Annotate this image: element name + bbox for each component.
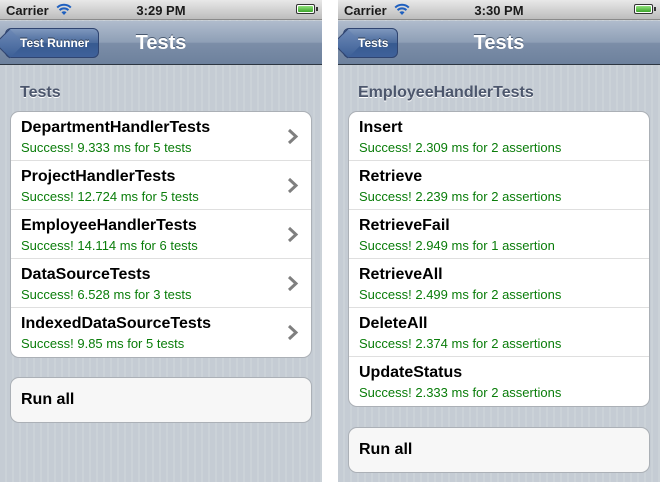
test-detail-screen: Carrier 3:30 PM Tests Tests EmployeeHand… xyxy=(338,0,660,482)
page-title: Tests xyxy=(473,32,525,54)
row-result: Success! 6.528 ms for 3 tests xyxy=(21,287,192,302)
run-all-label: Run all xyxy=(359,441,413,458)
chevron-right-icon xyxy=(287,177,299,194)
chevron-right-icon xyxy=(287,275,299,292)
list-item-delete-all[interactable]: DeleteAll Success! 2.374 ms for 2 assert… xyxy=(349,308,649,357)
row-result: Success! 9.85 ms for 5 tests xyxy=(21,336,185,351)
row-title: RetrieveFail xyxy=(359,217,450,234)
row-title: IndexedDataSourceTests xyxy=(21,315,211,332)
row-title: DeleteAll xyxy=(359,315,428,332)
test-case-list: Insert Success! 2.309 ms for 2 assertion… xyxy=(348,111,650,407)
run-all-button[interactable]: Run all xyxy=(10,377,312,423)
list-item-project-handler-tests[interactable]: ProjectHandlerTests Success! 12.724 ms f… xyxy=(11,161,311,210)
test-list-screen: Carrier 3:29 PM Test Runner Tests Tests … xyxy=(0,0,322,482)
list-item-department-handler-tests[interactable]: DepartmentHandlerTests Success! 9.333 ms… xyxy=(11,112,311,161)
list-item-indexed-data-source-tests[interactable]: IndexedDataSourceTests Success! 9.85 ms … xyxy=(11,308,311,357)
row-result: Success! 2.333 ms for 2 assertions xyxy=(359,385,562,400)
status-time: 3:30 PM xyxy=(474,3,524,18)
status-time: 3:29 PM xyxy=(136,3,186,18)
navigation-bar: Tests Tests xyxy=(338,21,660,65)
row-title: UpdateStatus xyxy=(359,364,463,381)
list-item-update-status[interactable]: UpdateStatus Success! 2.333 ms for 2 ass… xyxy=(349,357,649,406)
status-bar: Carrier 3:30 PM xyxy=(338,0,660,20)
list-item-employee-handler-tests[interactable]: EmployeeHandlerTests Success! 14.114 ms … xyxy=(11,210,311,259)
row-result: Success! 14.114 ms for 6 tests xyxy=(21,238,198,253)
row-result: Success! 2.949 ms for 1 assertion xyxy=(359,238,555,253)
chevron-right-icon xyxy=(287,324,299,341)
run-all-button[interactable]: Run all xyxy=(348,427,650,473)
section-header: EmployeeHandlerTests xyxy=(358,84,534,101)
navigation-bar: Test Runner Tests xyxy=(0,21,322,65)
section-header: Tests xyxy=(20,84,61,101)
status-bar: Carrier 3:29 PM xyxy=(0,0,322,20)
row-title: RetrieveAll xyxy=(359,266,443,283)
row-result: Success! 9.333 ms for 5 tests xyxy=(21,140,192,155)
row-title: ProjectHandlerTests xyxy=(21,168,176,185)
list-item-insert[interactable]: Insert Success! 2.309 ms for 2 assertion… xyxy=(349,112,649,161)
row-result: Success! 12.724 ms for 5 tests xyxy=(21,189,199,204)
battery-icon xyxy=(634,4,656,14)
chevron-right-icon xyxy=(287,226,299,243)
page-title: Tests xyxy=(135,32,187,54)
list-item-retrieve-all[interactable]: RetrieveAll Success! 2.499 ms for 2 asse… xyxy=(349,259,649,308)
row-title: DataSourceTests xyxy=(21,266,151,283)
row-title: EmployeeHandlerTests xyxy=(21,217,197,234)
row-title: Insert xyxy=(359,119,403,136)
list-item-retrieve-fail[interactable]: RetrieveFail Success! 2.949 ms for 1 ass… xyxy=(349,210,649,259)
row-title: DepartmentHandlerTests xyxy=(21,119,211,136)
list-item-retrieve[interactable]: Retrieve Success! 2.239 ms for 2 asserti… xyxy=(349,161,649,210)
list-item-data-source-tests[interactable]: DataSourceTests Success! 6.528 ms for 3 … xyxy=(11,259,311,308)
row-result: Success! 2.374 ms for 2 assertions xyxy=(359,336,562,351)
chevron-right-icon xyxy=(287,128,299,145)
run-all-label: Run all xyxy=(21,391,75,408)
row-result: Success! 2.309 ms for 2 assertions xyxy=(359,140,562,155)
row-result: Success! 2.239 ms for 2 assertions xyxy=(359,189,562,204)
row-title: Retrieve xyxy=(359,168,423,185)
battery-icon xyxy=(296,4,318,14)
test-suite-list: DepartmentHandlerTests Success! 9.333 ms… xyxy=(10,111,312,358)
row-result: Success! 2.499 ms for 2 assertions xyxy=(359,287,562,302)
